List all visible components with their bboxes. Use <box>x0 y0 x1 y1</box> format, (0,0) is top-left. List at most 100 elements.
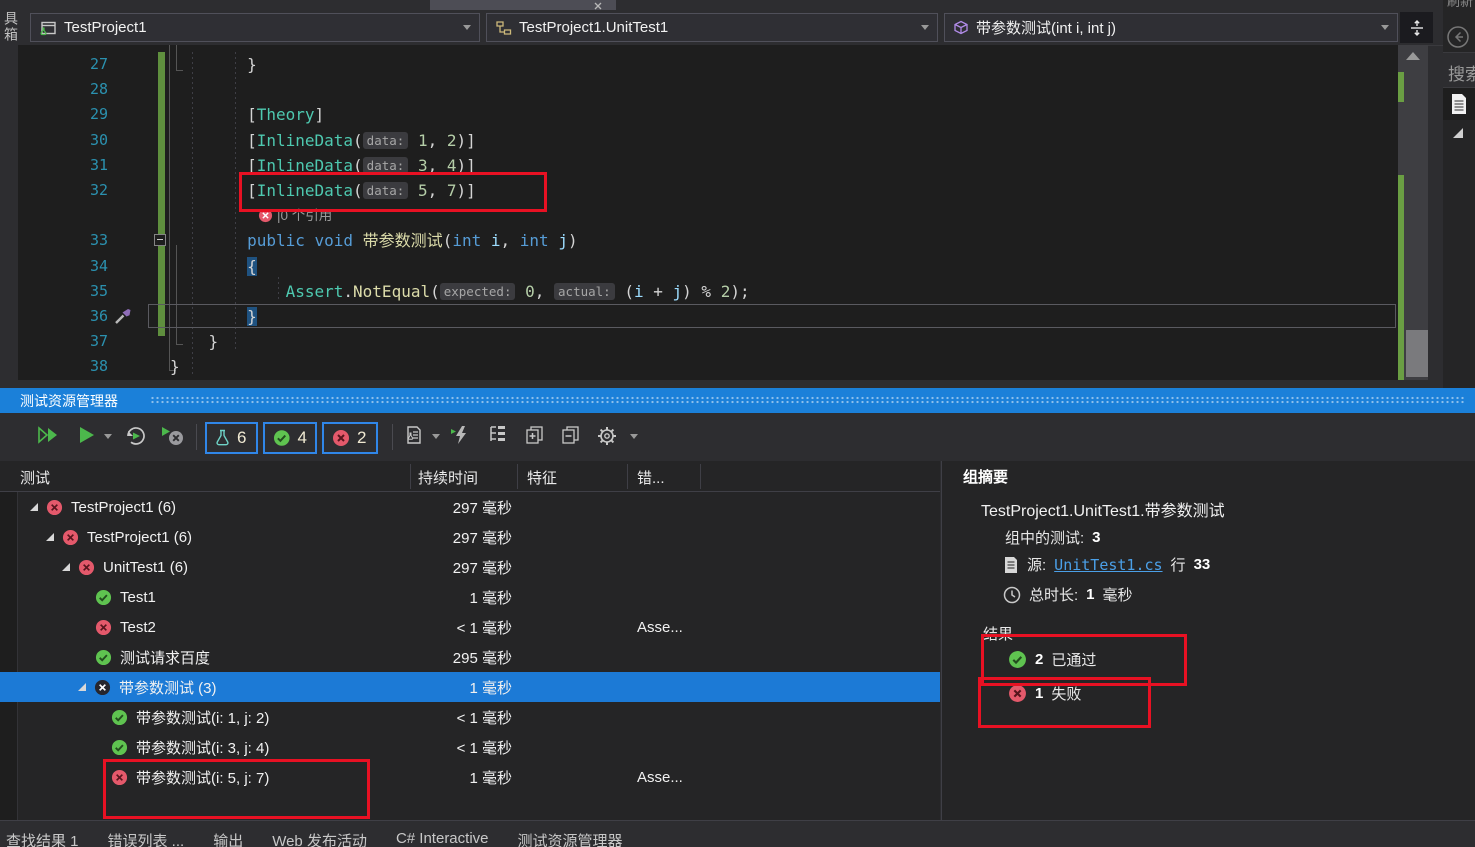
settings-dropdown-caret[interactable] <box>630 434 638 439</box>
hierarchy-icon <box>488 425 508 443</box>
bottom-tool-window-tab[interactable]: Web 发布活动 <box>272 830 367 847</box>
column-divider[interactable] <box>410 464 411 489</box>
test-tree-row[interactable]: 带参数测试(i: 1, j: 2)< 1 毫秒 <box>0 702 940 732</box>
type-dropdown[interactable]: TestProject1.UnitTest1 <box>486 13 938 42</box>
side-panel-sliver: 刷新 搜索 <box>1443 0 1475 388</box>
scrollbar-thumb[interactable] <box>1406 330 1428 377</box>
test-tree-row[interactable]: TestProject1 (6)297 毫秒 <box>0 522 940 552</box>
test-tree-row[interactable]: Test2< 1 毫秒Asse... <box>0 612 940 642</box>
expander-icon[interactable] <box>1453 128 1463 138</box>
code-line[interactable]: 30 [InlineData(data: 1, 2)] <box>18 128 1398 153</box>
method-cube-icon <box>953 20 969 36</box>
test-tree-row[interactable]: TestProject1 (6)297 毫秒 <box>0 492 940 522</box>
playlist-button[interactable] <box>404 425 424 450</box>
project-dropdown[interactable]: TestProject1 <box>30 13 480 42</box>
test-duration: 1 毫秒 <box>415 587 512 608</box>
test-tree-row[interactable]: 带参数测试(i: 3, j: 4)< 1 毫秒 <box>0 732 940 762</box>
collapse-all-button[interactable] <box>560 425 580 450</box>
test-explorer-title: 测试资源管理器 <box>20 391 118 411</box>
bottom-tool-window-tab[interactable]: 测试资源管理器 <box>518 830 623 847</box>
passed-result-count: 2 <box>1035 651 1043 668</box>
playlist-dropdown-caret[interactable] <box>432 434 440 439</box>
expander-icon[interactable] <box>30 503 38 511</box>
run-all-tests-button[interactable] <box>36 425 62 450</box>
column-divider[interactable] <box>517 464 518 489</box>
run-after-build-button[interactable] <box>450 425 470 450</box>
column-divider[interactable] <box>627 464 628 489</box>
column-duration[interactable]: 持续时间 <box>418 467 478 488</box>
expander-icon[interactable] <box>46 533 54 541</box>
code-lines: 27 }2829 [Theory]30 [InlineData(data: 1,… <box>18 52 1398 379</box>
run-failed-tests-button[interactable] <box>160 425 186 452</box>
code-text: [Theory] <box>170 102 324 127</box>
code-editor[interactable]: 27 }2829 [Theory]30 [InlineData(data: 1,… <box>18 45 1398 380</box>
code-line[interactable]: 36 } <box>18 304 1398 329</box>
codelens-references[interactable]: |0 个引用 <box>277 203 332 228</box>
document-icon <box>1450 93 1468 115</box>
test-state-icon <box>46 499 63 516</box>
test-tree-row[interactable]: UnitTest1 (6)297 毫秒 <box>0 552 940 582</box>
titlebar-grip <box>150 396 1465 405</box>
test-name: TestProject1 (6) <box>71 499 176 516</box>
search-input[interactable]: 搜索 <box>1443 52 1475 88</box>
code-line[interactable]: 35 Assert.NotEqual(expected: 0, actual: … <box>18 279 1398 304</box>
code-text: Assert.NotEqual(expected: 0, actual: (i … <box>170 279 750 304</box>
code-line[interactable]: 29 [Theory] <box>18 102 1398 127</box>
back-button[interactable] <box>1446 25 1470 54</box>
repeat-last-run-button[interactable] <box>124 425 148 452</box>
document-tile[interactable] <box>1443 88 1475 120</box>
line-margin <box>108 279 170 304</box>
source-file-link[interactable]: UnitTest1.cs <box>1054 556 1162 574</box>
class-icon <box>495 20 512 36</box>
code-line[interactable]: |0 个引用 <box>18 203 1398 228</box>
scroll-up-icon[interactable] <box>1406 52 1420 60</box>
line-margin <box>108 52 170 77</box>
bottom-tool-window-tab[interactable]: 查找结果 1 <box>6 830 79 847</box>
source-row: 源: UnitTest1.cs 行 33 <box>1003 554 1210 575</box>
test-explorer-titlebar[interactable]: 测试资源管理器 <box>0 388 1475 413</box>
close-icon[interactable] <box>594 2 602 10</box>
editor-scrollbar[interactable] <box>1398 45 1428 380</box>
test-tree-row[interactable]: Test11 毫秒 <box>0 582 940 612</box>
expander-icon[interactable] <box>78 683 86 691</box>
run-dropdown-caret[interactable] <box>104 434 112 439</box>
code-line[interactable]: 32 [InlineData(data: 5, 7)] <box>18 178 1398 203</box>
code-line[interactable]: 38} <box>18 354 1398 379</box>
group-by-button[interactable] <box>488 425 508 448</box>
test-state-icon <box>111 769 128 786</box>
code-line[interactable]: 34 { <box>18 254 1398 279</box>
test-tree-row[interactable]: 带参数测试(i: 5, j: 7)1 毫秒Asse... <box>0 762 940 792</box>
test-tree-row[interactable]: 带参数测试 (3)1 毫秒 <box>0 672 940 702</box>
bottom-tool-window-tab[interactable]: 错误列表 ... <box>108 830 185 847</box>
filter-passed-tests-chip[interactable]: 4 <box>263 422 317 454</box>
split-editor-button[interactable] <box>1400 12 1433 43</box>
toolbox-vertical-tab[interactable]: 工具箱 <box>0 10 18 380</box>
document-tab-unittest1[interactable] <box>430 0 616 10</box>
settings-button[interactable] <box>596 425 618 452</box>
column-traits[interactable]: 特征 <box>527 467 557 488</box>
test-tree-row[interactable]: 测试请求百度295 毫秒 <box>0 642 940 672</box>
filter-failed-tests-chip[interactable]: 2 <box>322 422 378 454</box>
expand-all-button[interactable] <box>524 425 544 450</box>
code-line[interactable]: 27 } <box>18 52 1398 77</box>
code-line[interactable]: 28 <box>18 77 1398 102</box>
bottom-tab-bar: 查找结果 1 错误列表 ... 输出 Web 发布活动 C# Interactive 测试… <box>0 820 1475 847</box>
expander-icon[interactable] <box>62 563 70 571</box>
fold-collapse-toggle[interactable] <box>154 234 166 246</box>
column-test[interactable]: 测试 <box>20 467 50 488</box>
run-tests-button[interactable] <box>78 425 96 450</box>
line-number: 36 <box>18 304 108 329</box>
bottom-tool-window-tab[interactable]: 输出 <box>213 830 243 847</box>
line-number <box>18 203 108 228</box>
column-divider[interactable] <box>700 464 701 489</box>
tests-in-group-value: 3 <box>1092 529 1100 546</box>
code-line[interactable]: 31 [InlineData(data: 3, 4)] <box>18 153 1398 178</box>
test-state-icon <box>111 739 128 756</box>
test-passed-icon <box>95 589 112 606</box>
bottom-tool-window-tab[interactable]: C# Interactive <box>396 830 489 847</box>
code-line[interactable]: 33 public void 带参数测试(int i, int j) <box>18 228 1398 253</box>
filter-all-tests-chip[interactable]: 6 <box>205 422 258 454</box>
code-line[interactable]: 37 } <box>18 329 1398 354</box>
column-error[interactable]: 错... <box>637 467 665 488</box>
member-dropdown[interactable]: 带参数测试(int i, int j) <box>944 13 1398 42</box>
